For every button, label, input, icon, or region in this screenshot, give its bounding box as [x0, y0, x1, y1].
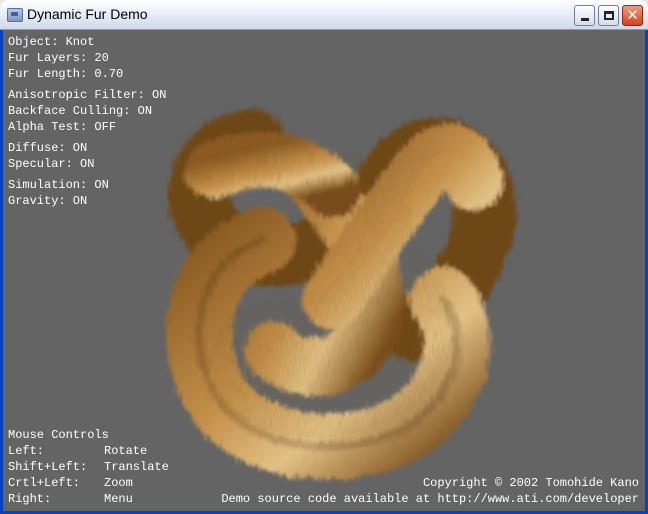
minimize-icon [580, 18, 589, 21]
status-anisotropic: Anisotropic Filter: ON [8, 88, 167, 102]
render-viewport[interactable]: Object: Knot Fur Layers: 20 Fur Length: … [3, 30, 645, 511]
control-key: Shift+Left: [8, 460, 88, 474]
mouse-controls-header: Mouse Controls [8, 428, 109, 442]
status-fur-length: Fur Length: 0.70 [8, 67, 124, 81]
status-specular: Specular: ON [8, 157, 95, 171]
status-object: Object: Knot [8, 35, 95, 49]
status-fur-layers: Fur Layers: 20 [8, 51, 109, 65]
window-title: Dynamic Fur Demo [27, 6, 148, 22]
maximize-icon [603, 11, 614, 20]
maximize-button[interactable] [598, 5, 619, 26]
status-alpha-test: Alpha Test: OFF [8, 120, 117, 134]
control-key: Crtl+Left: [8, 476, 81, 490]
status-simulation: Simulation: ON [8, 178, 109, 192]
status-backface: Backface Culling: ON [8, 104, 153, 118]
copyright-text: Copyright © 2002 Tomohide Kano [422, 476, 639, 490]
source-code-text: Demo source code available at http://www… [221, 492, 639, 506]
control-action: Rotate [104, 444, 148, 458]
app-window: Dynamic Fur Demo ✕ Object: Knot Fur Laye… [0, 0, 648, 514]
status-gravity: Gravity: ON [8, 194, 88, 208]
app-icon [7, 8, 23, 22]
control-key: Right: [8, 492, 52, 506]
title-bar[interactable]: Dynamic Fur Demo ✕ [0, 0, 648, 30]
control-key: Left: [8, 444, 45, 458]
close-icon: ✕ [626, 6, 639, 24]
control-action: Zoom [104, 476, 133, 490]
close-button[interactable]: ✕ [622, 5, 643, 26]
status-diffuse: Diffuse: ON [8, 141, 88, 155]
control-action: Translate [104, 460, 169, 474]
minimize-button[interactable] [574, 5, 595, 26]
control-action: Menu [104, 492, 133, 506]
